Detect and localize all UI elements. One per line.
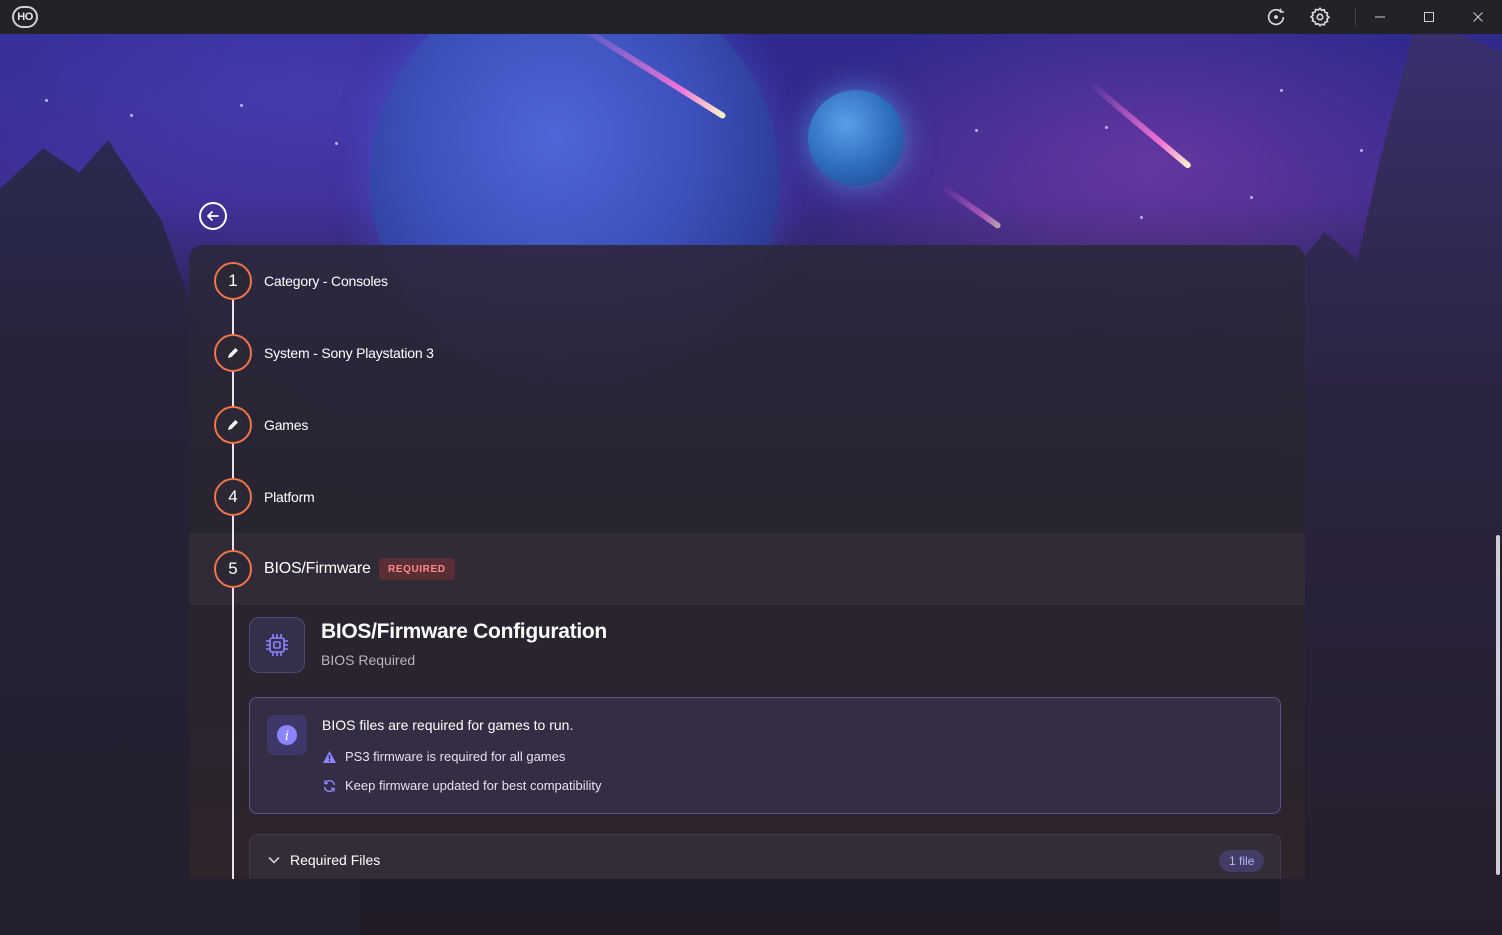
config-title: BIOS/Firmware Configuration [321, 620, 607, 643]
info-line-text: Keep firmware updated for best compatibi… [345, 778, 602, 793]
comet-illustration [940, 184, 1002, 230]
info-icon: i [277, 725, 297, 745]
setup-wizard-panel: 1 Category - Consoles System - Sony Play… [189, 245, 1305, 879]
step-bios-firmware[interactable]: 5 BIOS/Firmware REQUIRED [189, 533, 1305, 605]
pencil-icon [228, 420, 238, 430]
titlebar-divider [1355, 8, 1356, 26]
step-edit-badge [214, 334, 252, 372]
sync-icon [323, 779, 336, 792]
star [335, 142, 338, 145]
minimize-button[interactable] [1360, 0, 1400, 34]
arrow-left-icon [207, 211, 219, 221]
step-label: Games [264, 417, 309, 433]
maximize-icon [1424, 12, 1434, 22]
info-line-warning: PS3 firmware is required for all games [322, 749, 565, 764]
star [240, 104, 243, 107]
info-line-text: PS3 firmware is required for all games [345, 749, 566, 764]
small-planet-illustration [808, 90, 904, 186]
info-icon-container: i [267, 715, 307, 755]
step-games[interactable]: Games [189, 389, 1305, 461]
star [1360, 149, 1363, 152]
star [975, 129, 978, 132]
step-number-badge: 1 [214, 262, 252, 300]
step-label: Platform [264, 489, 315, 505]
right-rock-illustration [1280, 34, 1502, 935]
required-badge: REQUIRED [379, 558, 455, 580]
pencil-icon [228, 348, 238, 358]
step-edit-badge [214, 406, 252, 444]
step-system[interactable]: System - Sony Playstation 3 [189, 317, 1305, 389]
app-logo: HO [12, 6, 38, 28]
star [130, 114, 133, 117]
star [1105, 126, 1108, 129]
star [1140, 216, 1143, 219]
star [45, 99, 48, 102]
bios-info-card: i BIOS files are required for games to r… [249, 697, 1281, 814]
chevron-down-icon[interactable] [267, 855, 281, 865]
step-number-badge: 4 [214, 478, 252, 516]
maximize-button[interactable] [1409, 0, 1449, 34]
comet-illustration [1088, 81, 1192, 170]
back-button[interactable] [199, 202, 227, 230]
settings-button[interactable] [1306, 0, 1334, 34]
step-label: BIOS/Firmware [264, 560, 371, 577]
info-line-sync: Keep firmware updated for best compatibi… [322, 778, 602, 793]
step-category[interactable]: 1 Category - Consoles [189, 245, 1305, 317]
close-button[interactable] [1458, 0, 1498, 34]
info-title: BIOS files are required for games to run… [322, 717, 574, 733]
step-number-badge: 5 [214, 550, 252, 588]
file-count-badge: 1 file [1219, 850, 1265, 872]
chip-icon [266, 634, 288, 656]
svg-text:i: i [285, 729, 289, 744]
title-bar: HO [0, 0, 1502, 34]
config-subtitle: BIOS Required [321, 652, 416, 668]
step-platform[interactable]: 4 Platform [189, 461, 1305, 533]
minimize-icon [1375, 16, 1385, 18]
warning-icon [323, 750, 336, 763]
step-label: Category - Consoles [264, 273, 388, 289]
step-label: System - Sony Playstation 3 [264, 345, 434, 361]
refresh-button[interactable] [1262, 0, 1290, 34]
star [1250, 196, 1253, 199]
required-files-section[interactable]: Required Files 1 file [249, 834, 1281, 879]
refresh-icon [1267, 8, 1285, 26]
chip-icon-container [249, 617, 305, 673]
gear-icon [1309, 7, 1331, 27]
scrollbar-thumb[interactable] [1496, 535, 1500, 875]
close-icon [1473, 12, 1483, 22]
required-files-title[interactable]: Required Files [290, 852, 380, 868]
star [1280, 89, 1283, 92]
